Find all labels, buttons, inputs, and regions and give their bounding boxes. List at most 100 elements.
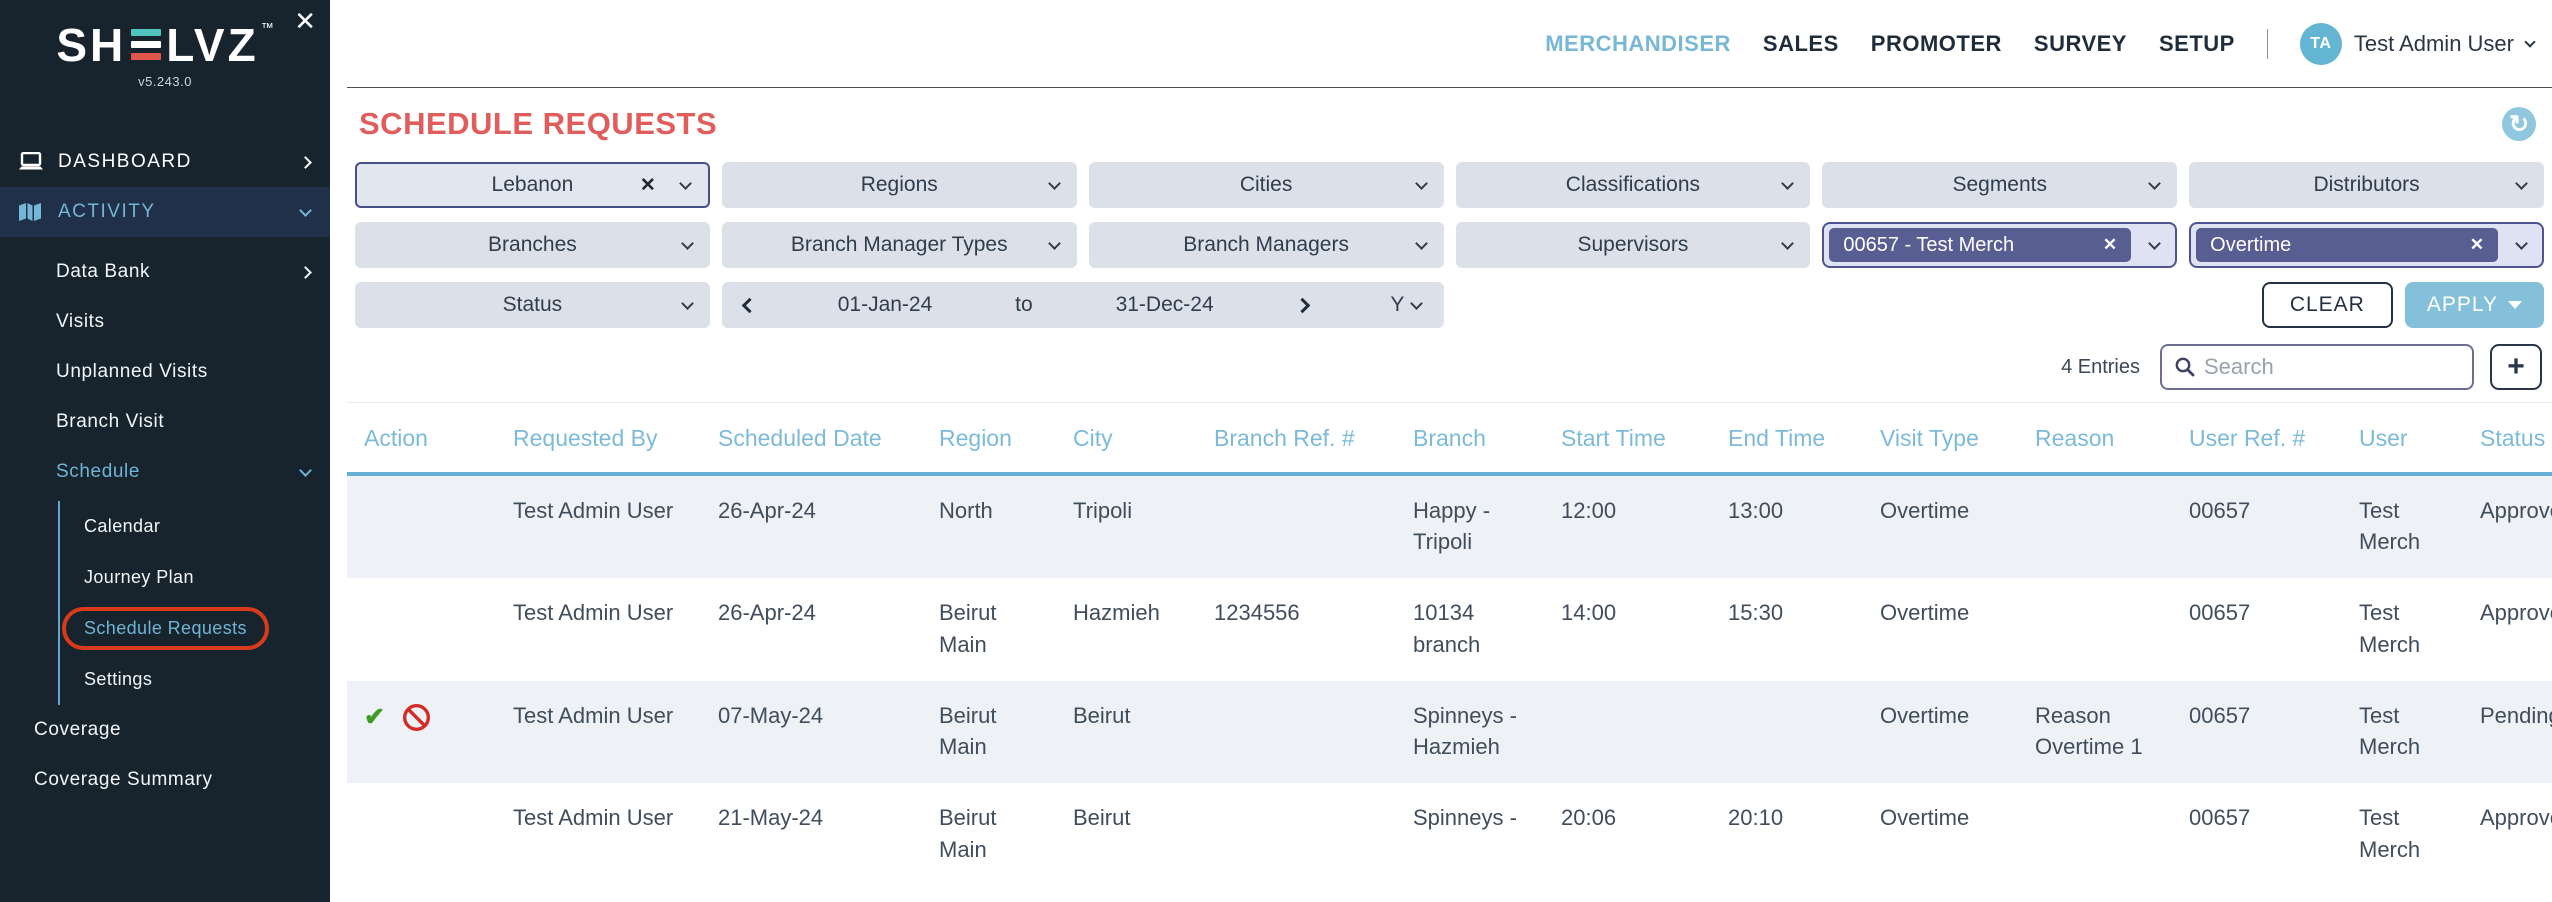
sidebar-item-activity[interactable]: ACTIVITY [0, 187, 330, 237]
range-mode-value: Y [1390, 293, 1404, 317]
table-row: Test Admin User 21-May-24 Beirut Main Be… [347, 783, 2552, 885]
sidebar-item-schedule-requests[interactable]: Schedule Requests [60, 603, 330, 654]
col-user: User [2359, 403, 2480, 475]
cell-city: Beirut [1073, 783, 1214, 885]
filter-classifications[interactable]: Classifications [1456, 162, 1811, 208]
col-status: Status [2480, 403, 2552, 475]
next-range-icon[interactable] [1297, 300, 1308, 311]
cell-region: North [939, 474, 1073, 578]
laptop-icon [18, 151, 48, 173]
cell-user-ref: 00657 [2189, 681, 2359, 783]
user-menu[interactable]: TA Test Admin User [2300, 23, 2534, 65]
col-end-time: End Time [1728, 403, 1880, 475]
cell-action [347, 578, 513, 680]
sidebar-item-label: DASHBOARD [58, 151, 301, 173]
sidebar-item-visits[interactable]: Visits [0, 297, 330, 347]
sidebar-item-coverage-summary[interactable]: Coverage Summary [0, 755, 330, 791]
sidebar-item-data-bank[interactable]: Data Bank [0, 247, 330, 297]
search-input[interactable] [2204, 354, 2492, 380]
col-requested-by: Requested By [513, 403, 718, 475]
sidebar-item-schedule[interactable]: Schedule [0, 447, 330, 497]
cell-reason [2035, 474, 2189, 578]
chevron-down-icon [299, 464, 312, 477]
remove-chip-icon[interactable]: ✕ [2103, 235, 2117, 255]
main-area: MERCHANDISER SALES PROMOTER SURVEY SETUP… [330, 0, 2552, 902]
nav-setup[interactable]: SETUP [2159, 31, 2235, 57]
filter-visit-types[interactable]: Overtime ✕ [2189, 222, 2544, 268]
logo-text-sh: SH [56, 22, 126, 68]
apply-button[interactable]: APPLY [2405, 282, 2544, 328]
nav-promoter[interactable]: PROMOTER [1871, 31, 2002, 57]
clear-button[interactable]: CLEAR [2262, 282, 2393, 328]
logo: SH LVZ ™ v5.243.0 [0, 0, 330, 89]
sidebar-item-label: Unplanned Visits [56, 361, 310, 383]
filter-branches[interactable]: Branches [355, 222, 710, 268]
filter-branch-managers[interactable]: Branch Managers [1089, 222, 1444, 268]
filter-regions[interactable]: Regions [722, 162, 1077, 208]
sidebar-item-coverage[interactable]: Coverage [0, 705, 330, 755]
chevron-down-icon [1781, 177, 1794, 190]
date-from[interactable]: 01-Jan-24 [838, 293, 933, 317]
chevron-down-icon [1415, 177, 1428, 190]
map-icon [18, 201, 48, 223]
add-button[interactable]: + [2490, 344, 2542, 390]
cell-action [347, 474, 513, 578]
schedule-submenu: Calendar Journey Plan Schedule Requests … [58, 501, 330, 705]
date-to[interactable]: 31-Dec-24 [1116, 293, 1214, 317]
approve-check-icon[interactable]: ✔ [364, 705, 385, 730]
sidebar-item-branch-visit[interactable]: Branch Visit [0, 397, 330, 447]
refresh-icon[interactable]: ↻ [2502, 107, 2536, 141]
sidebar-item-settings[interactable]: Settings [60, 654, 330, 705]
activity-submenu: Data Bank Visits Unplanned Visits Branch… [0, 247, 330, 791]
filter-label: Branches [488, 233, 577, 257]
cell-end-time [1728, 681, 1880, 783]
sidebar-close-icon[interactable]: ✕ [294, 8, 316, 34]
cell-visit-type: Overtime [1880, 681, 2035, 783]
filter-countries[interactable]: Lebanon ✕ [355, 162, 710, 208]
search-box [2160, 344, 2474, 390]
search-icon [2174, 356, 2196, 378]
clear-filter-icon[interactable]: ✕ [640, 174, 656, 197]
filter-status[interactable]: Status [355, 282, 710, 328]
filter-branch-manager-types[interactable]: Branch Manager Types [722, 222, 1077, 268]
chevron-down-icon [1411, 297, 1424, 310]
nav-sales[interactable]: SALES [1763, 31, 1839, 57]
page-content: SCHEDULE REQUESTS ↻ Lebanon ✕ Regions Ci… [330, 100, 2552, 886]
chevron-down-icon [1781, 237, 1794, 250]
filter-supervisors[interactable]: Supervisors [1456, 222, 1811, 268]
filter-value: Lebanon [492, 173, 574, 197]
sidebar-item-journey-plan[interactable]: Journey Plan [60, 552, 330, 603]
cell-scheduled-date: 07-May-24 [718, 681, 939, 783]
sidebar-item-calendar[interactable]: Calendar [60, 501, 330, 552]
chevron-down-icon [2515, 177, 2528, 190]
col-city: City [1073, 403, 1214, 475]
filter-cities[interactable]: Cities [1089, 162, 1444, 208]
reject-ban-icon[interactable] [402, 703, 431, 732]
cell-city: Beirut [1073, 681, 1214, 783]
cell-user-ref: 00657 [2189, 474, 2359, 578]
cell-branch-ref [1214, 783, 1413, 885]
remove-chip-icon[interactable]: ✕ [2470, 235, 2484, 255]
col-scheduled-date: Scheduled Date [718, 403, 939, 475]
chevron-right-icon [299, 156, 312, 169]
filter-distributors[interactable]: Distributors [2189, 162, 2544, 208]
nav-survey[interactable]: SURVEY [2034, 31, 2127, 57]
chevron-down-icon [2524, 36, 2535, 47]
sidebar-item-label: Data Bank [56, 261, 301, 283]
nav-merchandiser[interactable]: MERCHANDISER [1545, 31, 1731, 57]
cell-city: Tripoli [1073, 474, 1214, 578]
chip-value: 00657 - Test Merch [1843, 234, 2014, 257]
date-separator: to [1015, 293, 1033, 317]
filter-merchandisers[interactable]: 00657 - Test Merch ✕ [1822, 222, 2177, 268]
previous-range-icon[interactable] [744, 300, 755, 311]
chevron-down-icon [2515, 237, 2528, 250]
cell-reason: Reason Overtime 1 [2035, 681, 2189, 783]
filter-segments[interactable]: Segments [1822, 162, 2177, 208]
sidebar-item-unplanned-visits[interactable]: Unplanned Visits [0, 347, 330, 397]
sidebar-item-dashboard[interactable]: DASHBOARD [0, 137, 330, 187]
logo-e-bars-icon [131, 22, 161, 66]
sidebar-item-label: Visits [56, 311, 310, 333]
cell-end-time: 13:00 [1728, 474, 1880, 578]
range-mode-select[interactable]: Y [1390, 293, 1421, 317]
chevron-down-icon [2148, 177, 2161, 190]
